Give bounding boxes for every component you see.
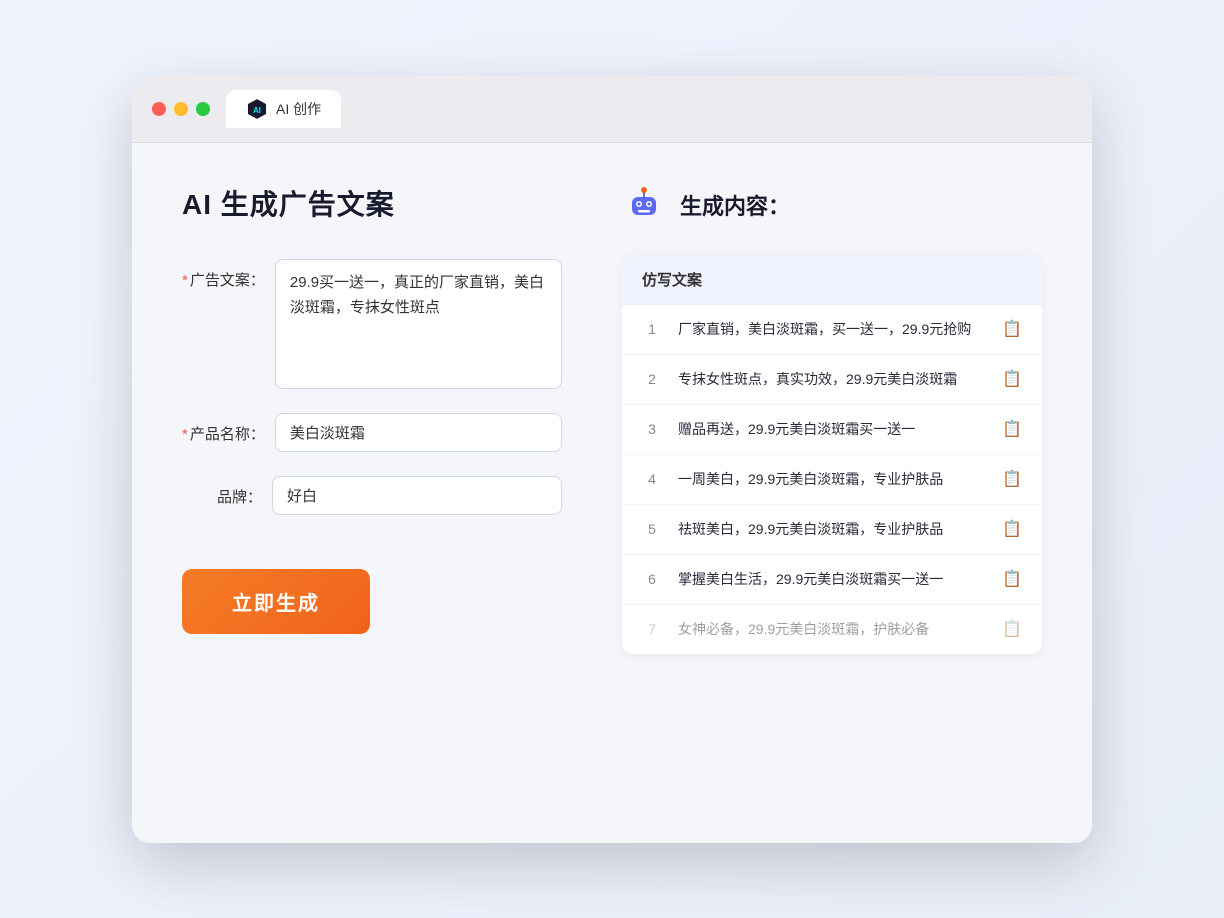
brand-input[interactable] xyxy=(272,476,562,515)
maximize-button[interactable] xyxy=(196,102,210,116)
result-row: 7 女神必备，29.9元美白淡斑霜，护肤必备 📋 xyxy=(622,605,1042,654)
result-table: 仿写文案 1 厂家直销，美白淡斑霜，买一送一，29.9元抢购 📋 2 专抹女性斑点，真实… xyxy=(622,255,1042,654)
brand-label: 品牌： xyxy=(182,476,262,507)
brand-group: 品牌： xyxy=(182,476,562,515)
ad-copy-required: * xyxy=(182,272,188,289)
ad-copy-input[interactable]: 29.9买一送一，真正的厂家直销，美白淡斑霜，专抹女性斑点 xyxy=(275,259,562,389)
product-name-required: * xyxy=(182,426,188,443)
row-text: 专抹女性斑点，真实功效，29.9元美白淡斑霜 xyxy=(678,369,986,390)
title-bar: AI AI 创作 xyxy=(132,76,1092,143)
row-text: 赠品再送，29.9元美白淡斑霜买一送一 xyxy=(678,419,986,440)
row-number: 3 xyxy=(642,421,662,437)
result-row: 5 祛斑美白，29.9元美白淡斑霜，专业护肤品 📋 xyxy=(622,505,1042,555)
result-row: 3 赠品再送，29.9元美白淡斑霜买一送一 📋 xyxy=(622,405,1042,455)
close-button[interactable] xyxy=(152,102,166,116)
right-panel: 生成内容： 仿写文案 1 厂家直销，美白淡斑霜，买一送一，29.9元抢购 📋 2 专抹女… xyxy=(622,183,1042,793)
svg-text:AI: AI xyxy=(253,105,261,114)
left-panel: AI 生成广告文案 *广告文案： 29.9买一送一，真正的厂家直销，美白淡斑霜，… xyxy=(182,183,562,793)
tab-label: AI 创作 xyxy=(276,99,321,119)
product-name-group: *产品名称： xyxy=(182,413,562,452)
minimize-button[interactable] xyxy=(174,102,188,116)
copy-icon[interactable]: 📋 xyxy=(1002,369,1022,389)
ai-creation-tab[interactable]: AI AI 创作 xyxy=(226,90,341,128)
copy-icon[interactable]: 📋 xyxy=(1002,519,1022,539)
result-row: 2 专抹女性斑点，真实功效，29.9元美白淡斑霜 📋 xyxy=(622,355,1042,405)
result-header: 生成内容： xyxy=(622,183,1042,227)
ad-copy-group: *广告文案： 29.9买一送一，真正的厂家直销，美白淡斑霜，专抹女性斑点 xyxy=(182,259,562,389)
result-row: 6 掌握美白生活，29.9元美白淡斑霜买一送一 📋 xyxy=(622,555,1042,605)
row-text: 祛斑美白，29.9元美白淡斑霜，专业护肤品 xyxy=(678,519,986,540)
row-number: 5 xyxy=(642,521,662,537)
row-text: 一周美白，29.9元美白淡斑霜，专业护肤品 xyxy=(678,469,986,490)
copy-icon[interactable]: 📋 xyxy=(1002,469,1022,489)
row-text: 厂家直销，美白淡斑霜，买一送一，29.9元抢购 xyxy=(678,319,986,340)
row-number: 2 xyxy=(642,371,662,387)
page-title: AI 生成广告文案 xyxy=(182,183,562,223)
row-number: 4 xyxy=(642,471,662,487)
copy-icon[interactable]: 📋 xyxy=(1002,319,1022,339)
row-number: 6 xyxy=(642,571,662,587)
product-name-input[interactable] xyxy=(275,413,562,452)
row-number: 7 xyxy=(642,621,662,637)
result-row: 1 厂家直销，美白淡斑霜，买一送一，29.9元抢购 📋 xyxy=(622,305,1042,355)
robot-icon xyxy=(622,183,666,227)
ad-copy-label: *广告文案： xyxy=(182,259,265,290)
ai-tab-icon: AI xyxy=(246,98,268,120)
content-area: AI 生成广告文案 *广告文案： 29.9买一送一，真正的厂家直销，美白淡斑霜，… xyxy=(132,143,1092,843)
table-header: 仿写文案 xyxy=(622,255,1042,305)
results-list: 1 厂家直销，美白淡斑霜，买一送一，29.9元抢购 📋 2 专抹女性斑点，真实功效，29… xyxy=(622,305,1042,654)
row-text: 掌握美白生活，29.9元美白淡斑霜买一送一 xyxy=(678,569,986,590)
browser-window: AI AI 创作 AI 生成广告文案 *广告文案： 29.9买一送一，真正的厂家… xyxy=(132,76,1092,843)
row-text: 女神必备，29.9元美白淡斑霜，护肤必备 xyxy=(678,619,986,640)
copy-icon[interactable]: 📋 xyxy=(1002,419,1022,439)
copy-icon[interactable]: 📋 xyxy=(1002,619,1022,639)
traffic-lights xyxy=(152,102,210,116)
result-row: 4 一周美白，29.9元美白淡斑霜，专业护肤品 📋 xyxy=(622,455,1042,505)
copy-icon[interactable]: 📋 xyxy=(1002,569,1022,589)
generate-button[interactable]: 立即生成 xyxy=(182,569,370,634)
row-number: 1 xyxy=(642,321,662,337)
product-name-label: *产品名称： xyxy=(182,413,265,444)
result-title: 生成内容： xyxy=(680,189,790,221)
